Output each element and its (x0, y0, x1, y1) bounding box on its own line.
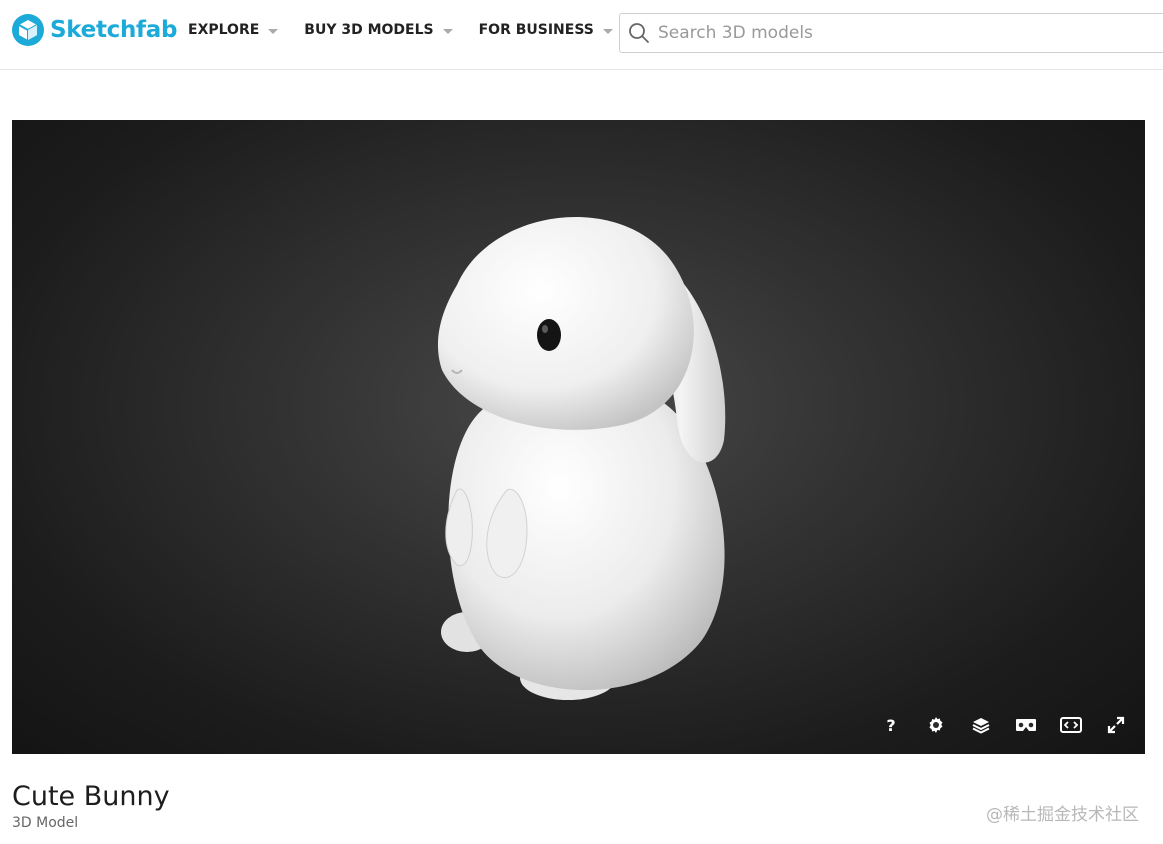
nav-label: EXPLORE (188, 22, 260, 38)
model-title: Cute Bunny (12, 781, 170, 812)
bunny-model-render[interactable] (12, 120, 1145, 754)
nav-label: FOR BUSINESS (478, 22, 594, 38)
nav-explore[interactable]: EXPLORE (188, 22, 279, 38)
gear-icon (929, 717, 943, 733)
chevron-down-icon (602, 28, 613, 34)
embed-icon[interactable] (1060, 714, 1082, 736)
chevron-down-icon (442, 28, 453, 34)
brand-name: Sketchfab (50, 17, 178, 43)
viewer-controls: ? (857, 714, 1127, 736)
vr-icon[interactable] (1015, 714, 1037, 736)
logo[interactable]: Sketchfab (12, 13, 177, 47)
search-input[interactable] (658, 23, 1138, 43)
search-icon (629, 23, 649, 43)
expand-glyph (1107, 716, 1125, 734)
sketchfab-logo-icon (12, 14, 44, 46)
model-viewer[interactable]: ? (12, 120, 1145, 754)
settings-icon[interactable] (925, 714, 947, 736)
nav-for-business[interactable]: FOR BUSINESS (479, 22, 613, 38)
fullscreen-icon[interactable] (1105, 714, 1127, 736)
vr-headset-glyph (1016, 719, 1036, 731)
chevron-down-icon (268, 28, 279, 34)
help-icon[interactable]: ? (880, 714, 902, 736)
top-header: Sketchfab EXPLORE BUY 3D MODELS FOR BUSI… (0, 0, 1163, 70)
watermark: @稀土掘金技术社区 (986, 805, 1139, 825)
help-glyph: ? (886, 715, 896, 735)
search-box[interactable] (619, 13, 1163, 53)
embed-glyph (1060, 717, 1082, 733)
main-nav: EXPLORE BUY 3D MODELS FOR BUSINESS (188, 22, 639, 38)
nav-buy-3d-models[interactable]: BUY 3D MODELS (304, 22, 453, 38)
nav-label: BUY 3D MODELS (304, 22, 434, 38)
layers-glyph (972, 718, 990, 734)
model-type: 3D Model (12, 815, 79, 831)
layers-icon[interactable] (970, 714, 992, 736)
